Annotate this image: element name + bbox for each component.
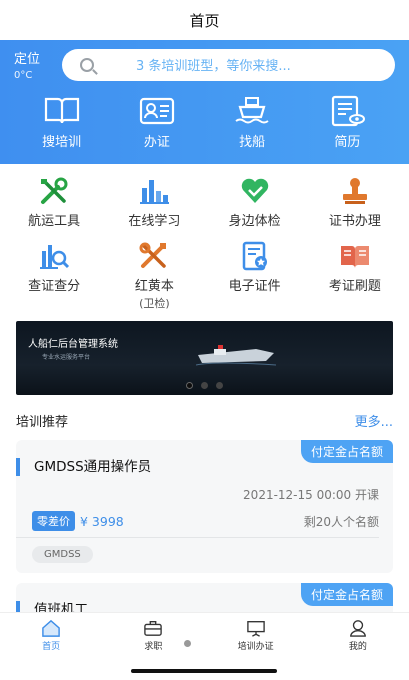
tab-training[interactable]: 培训办证	[211, 613, 301, 652]
tools-cross-icon	[139, 242, 167, 268]
home-screen: 首页 定位 0°C 3 条培训班型，等你来搜... 搜培训 办证 找船 简历 航…	[0, 0, 409, 680]
service-label: 在线学习	[128, 214, 181, 229]
search-input[interactable]: 3 条培训班型，等你来搜...	[62, 48, 395, 81]
search-icon	[80, 57, 94, 72]
tab-label: 培训办证	[237, 642, 274, 652]
user-icon	[349, 620, 366, 637]
shortcut-certificate[interactable]: 办证	[117, 95, 197, 150]
tools-icon	[41, 177, 68, 204]
service-online-learning[interactable]: 在线学习	[104, 176, 204, 229]
banner-headline: 人船仁后台管理系统	[28, 339, 118, 350]
service-label: 航运工具	[28, 214, 81, 229]
carousel-indicator	[16, 382, 393, 389]
shortcut-label: 简历	[334, 135, 361, 150]
location-widget[interactable]: 定位 0°C	[14, 48, 60, 81]
service-label: 查证查分	[28, 279, 81, 294]
tab-label: 我的	[348, 642, 367, 652]
service-e-certificate[interactable]: 电子证件	[205, 241, 305, 311]
home-icon	[42, 619, 60, 637]
price-badge: 零差价	[32, 511, 75, 531]
tab-label: 首页	[42, 642, 61, 652]
page-title: 首页	[0, 0, 409, 40]
shortcut-label: 搜培训	[42, 135, 82, 150]
shortcut-label: 找船	[239, 135, 266, 150]
carousel-dot[interactable]	[186, 382, 193, 389]
tab-profile[interactable]: 我的	[313, 613, 403, 652]
service-check-score[interactable]: 查证查分	[4, 241, 104, 311]
assistive-dot[interactable]	[184, 640, 191, 647]
more-link[interactable]: 更多...	[355, 411, 393, 430]
course-chip: GMDSS	[32, 546, 93, 563]
service-label: 证书办理	[328, 214, 381, 229]
ship-icon	[235, 97, 269, 124]
service-exam-practice[interactable]: 考证刷题	[305, 241, 405, 311]
heart-check-icon	[241, 178, 268, 203]
briefcase-icon	[144, 621, 163, 636]
bottom-tab-bar: 首页 求职 培训办证 我的	[0, 612, 409, 652]
shortcut-label: 办证	[143, 135, 170, 150]
service-health-booklet[interactable]: 红黄本 (卫检)	[104, 241, 204, 311]
training-section-header: 培训推荐 更多...	[0, 411, 409, 430]
search-chart-icon	[40, 245, 70, 269]
service-health-check[interactable]: 身边体检	[205, 176, 305, 229]
remaining-seats: 剩20人个名额	[303, 514, 379, 529]
service-certificate-processing[interactable]: 证书办理	[305, 176, 405, 229]
service-label: 身边体检	[228, 214, 281, 229]
tab-label: 求职	[144, 642, 163, 652]
board-icon	[246, 621, 265, 637]
resume-icon	[332, 95, 366, 127]
service-grid: 航运工具 在线学习 身边体检 证书办理 查证查分 红黄本 (卫检) 电子证件 考…	[0, 164, 409, 311]
service-label: 考证刷题	[328, 279, 381, 294]
course-card[interactable]: 付定金占名额 GMDSS通用操作员 2021-12-15 00:00 开课 零差…	[16, 440, 393, 573]
ship-image	[196, 345, 276, 366]
carousel-dot[interactable]	[216, 382, 223, 389]
shortcut-resume[interactable]: 简历	[307, 95, 387, 150]
shortcut-find-ship[interactable]: 找船	[212, 95, 292, 150]
e-certificate-icon	[242, 241, 267, 271]
temperature-label: 0°C	[14, 70, 33, 81]
course-price: ¥ 3998	[80, 513, 124, 529]
service-label: 红黄本	[134, 279, 174, 294]
id-card-icon	[139, 97, 174, 125]
shortcut-search-training[interactable]: 搜培训	[22, 95, 102, 150]
course-date: 2021-12-15 00:00 开课	[243, 488, 379, 502]
search-placeholder: 3 条培训班型，等你来搜...	[136, 59, 291, 74]
section-title: 培训推荐	[16, 415, 69, 430]
carousel-dot[interactable]	[201, 382, 208, 389]
home-indicator[interactable]	[131, 669, 277, 673]
header-panel: 定位 0°C 3 条培训班型，等你来搜... 搜培训 办证 找船 简历	[0, 40, 409, 164]
service-label: 电子证件	[228, 279, 281, 294]
deposit-tag: 付定金占名额	[300, 583, 393, 606]
service-shipping-tools[interactable]: 航运工具	[4, 176, 104, 229]
tab-home[interactable]: 首页	[6, 613, 96, 652]
location-label: 定位	[14, 52, 41, 67]
promo-banner[interactable]: 人船仁后台管理系统 专业水运服务平台	[16, 321, 393, 395]
book-icon	[44, 97, 79, 124]
banner-tagline: 专业水运服务平台	[42, 354, 91, 361]
bar-chart-icon	[140, 180, 170, 204]
stamp-icon	[342, 178, 367, 204]
deposit-tag: 付定金占名额	[300, 440, 393, 463]
open-book-icon	[340, 246, 369, 268]
service-sublabel: (卫检)	[139, 297, 170, 310]
